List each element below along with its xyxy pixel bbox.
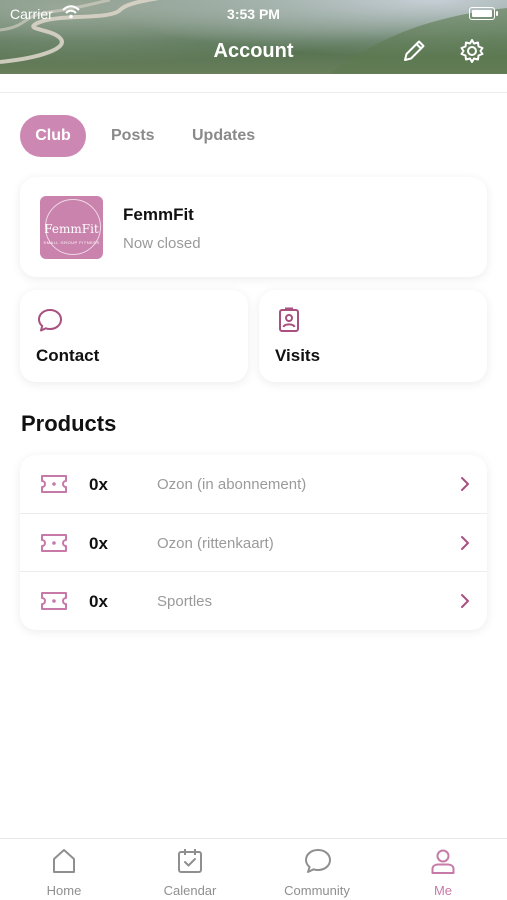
status-bar: Carrier 3:53 PM — [0, 0, 507, 28]
chevron-right-icon — [461, 594, 469, 608]
page-title: Account — [213, 40, 294, 62]
visits-card[interactable]: Visits — [259, 290, 487, 382]
club-status: Now closed — [123, 235, 201, 252]
tab-community-label: Community — [284, 883, 350, 898]
person-icon — [431, 849, 455, 874]
edit-pencil-icon[interactable] — [400, 37, 428, 65]
tab-calendar-label: Calendar — [163, 883, 217, 898]
club-card[interactable]: FemmFit SMALL GROUP FITNESS FemmFit Now … — [20, 177, 487, 277]
product-row[interactable]: 0x Ozon (in abonnement) — [20, 455, 487, 513]
ticket-icon — [41, 475, 67, 493]
chat-bubble-icon — [305, 849, 331, 873]
ticket-icon — [41, 592, 67, 610]
club-logo: FemmFit SMALL GROUP FITNESS — [40, 196, 103, 259]
calendar-icon — [178, 849, 202, 873]
product-qty: 0x — [89, 475, 108, 494]
clock: 3:53 PM — [227, 6, 280, 22]
tab-me-label: Me — [433, 883, 453, 898]
header: Carrier 3:53 PM Account — [0, 0, 507, 74]
club-name: FemmFit — [123, 205, 194, 224]
product-row[interactable]: 0x Ozon (rittenkaart) — [20, 513, 487, 571]
product-qty: 0x — [89, 534, 108, 553]
chevron-right-icon — [461, 477, 469, 491]
gear-icon[interactable] — [458, 37, 486, 65]
product-name: Sportles — [157, 593, 213, 610]
products-heading: Products — [21, 411, 117, 436]
visits-label: Visits — [275, 346, 321, 365]
chevron-right-icon — [461, 536, 469, 550]
chat-bubble-icon — [38, 309, 62, 332]
club-logo-subtext: SMALL GROUP FITNESS — [43, 240, 100, 245]
product-qty: 0x — [89, 592, 108, 611]
ticket-icon — [41, 534, 67, 552]
battery-icon — [469, 7, 498, 20]
tab-calendar[interactable]: Calendar — [135, 839, 245, 900]
product-name: Ozon (in abonnement) — [157, 476, 307, 493]
tab-community[interactable]: Community — [262, 839, 372, 900]
tab-updates[interactable]: Updates — [192, 115, 255, 157]
home-icon — [53, 849, 75, 873]
tab-club[interactable]: Club — [20, 115, 86, 157]
id-badge-icon — [279, 307, 299, 332]
contact-label: Contact — [36, 346, 100, 365]
tab-posts[interactable]: Posts — [111, 115, 155, 157]
product-row[interactable]: 0x Sportles — [20, 571, 487, 629]
tab-me[interactable]: Me — [388, 839, 498, 900]
product-name: Ozon (rittenkaart) — [157, 535, 274, 552]
tab-home[interactable]: Home — [9, 839, 119, 900]
bottom-tab-bar: Home Calendar Community Me — [0, 838, 507, 900]
tab-home-label: Home — [46, 883, 82, 898]
header-divider — [0, 92, 507, 93]
contact-card[interactable]: Contact — [20, 290, 248, 382]
club-logo-text: FemmFit — [44, 222, 99, 236]
products-list: 0x Ozon (in abonnement) 0x Ozon (rittenk… — [20, 455, 487, 630]
